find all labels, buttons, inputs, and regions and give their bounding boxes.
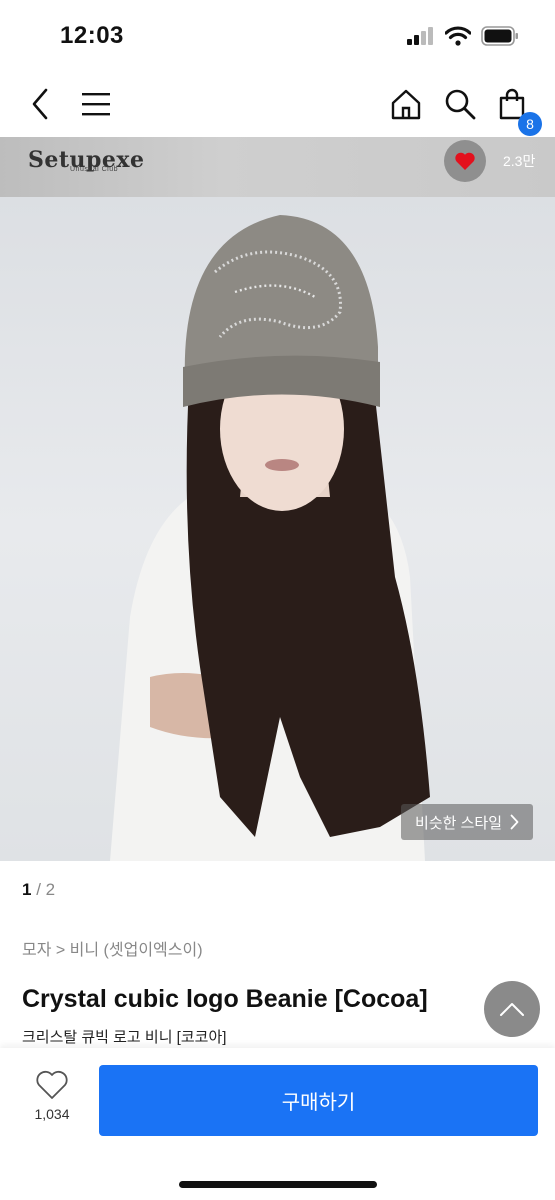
product-image[interactable]: 비슷한 스타일 [0, 197, 555, 861]
status-bar: 12:03 [0, 0, 555, 70]
chevron-up-icon [500, 1003, 524, 1016]
status-time: 12:03 [60, 22, 124, 49]
status-icons [407, 26, 519, 46]
hamburger-menu-icon [82, 93, 110, 116]
back-button[interactable] [20, 84, 60, 124]
model-photo [110, 215, 430, 861]
brand-strip: Setupexe Unusual Club 2.3만 [0, 137, 555, 197]
product-title: Crystal cubic logo Beanie [Cocoa] [22, 985, 428, 1013]
cart-button[interactable]: 8 [492, 84, 542, 136]
pager-separator: / [31, 880, 46, 899]
heart-outline-icon [36, 1070, 68, 1099]
bottom-action-bar: 1,034 구매하기 [0, 1048, 555, 1200]
similar-style-label: 비슷한 스타일 [415, 814, 502, 832]
menu-button[interactable] [76, 84, 116, 124]
home-indicator [179, 1181, 377, 1188]
heart-filled-icon [455, 152, 475, 170]
chevron-right-icon [510, 814, 519, 830]
home-icon [391, 89, 421, 120]
cart-count-badge: 8 [518, 112, 542, 136]
buy-button[interactable]: 구매하기 [99, 1065, 538, 1136]
brand-like-button[interactable] [444, 140, 486, 182]
battery-icon [481, 26, 518, 46]
home-button[interactable] [386, 84, 426, 124]
brand-tagline: Unusual Club [70, 166, 119, 173]
wifi-icon [445, 26, 471, 46]
brand-like-count: 2.3만 [503, 153, 536, 169]
cellular-signal-icon [407, 27, 433, 45]
wishlist-count: 1,034 [34, 1106, 70, 1122]
pager-total: 2 [45, 880, 56, 899]
image-pager: 1 / 2 [22, 880, 55, 900]
search-button[interactable] [440, 84, 480, 124]
scroll-to-top-button[interactable] [484, 981, 540, 1037]
nav-bar: 8 [0, 70, 555, 136]
search-icon [445, 89, 476, 120]
chevron-left-icon [32, 88, 48, 120]
wishlist-button[interactable]: 1,034 [24, 1070, 80, 1122]
similar-style-button[interactable]: 비슷한 스타일 [401, 804, 533, 840]
breadcrumb[interactable]: 모자 > 비니 (셋업이엑스이) [22, 936, 203, 960]
product-subtitle: 크리스탈 큐빅 로고 비니 [코코아] [22, 1029, 227, 1046]
